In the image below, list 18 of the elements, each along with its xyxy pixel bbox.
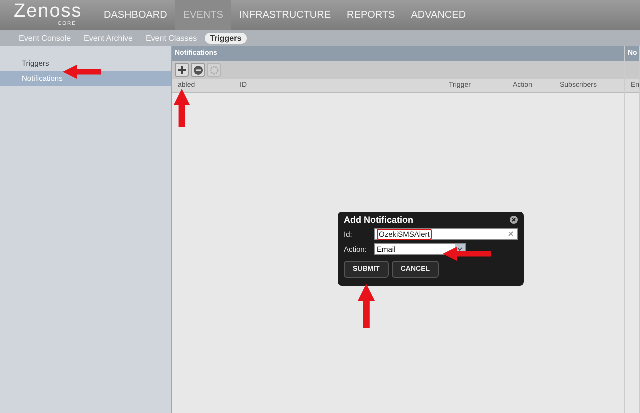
- arrow-icon: [443, 247, 491, 261]
- arrow-icon: [63, 65, 101, 79]
- nav-tab[interactable]: DASHBOARD: [96, 0, 176, 30]
- arrow-icon: [358, 284, 375, 328]
- dialog-title: Add Notification: [344, 215, 414, 225]
- nav-tab[interactable]: REPORTS: [339, 0, 404, 30]
- plus-icon: [178, 66, 186, 74]
- close-icon[interactable]: [510, 216, 518, 224]
- toolbar-button[interactable]: [175, 63, 189, 77]
- nav-tab[interactable]: INFRASTRUCTURE: [231, 0, 340, 30]
- clear-icon[interactable]: [508, 231, 514, 237]
- toolbar-button[interactable]: [191, 63, 205, 77]
- logo: Zenoss: [14, 3, 84, 21]
- settings-icon: [210, 66, 218, 74]
- nav-tab[interactable]: ADVANCED: [403, 0, 474, 30]
- arrow-icon: [174, 89, 190, 127]
- minus-icon: [194, 66, 202, 74]
- subnav-tab[interactable]: Triggers: [205, 32, 247, 44]
